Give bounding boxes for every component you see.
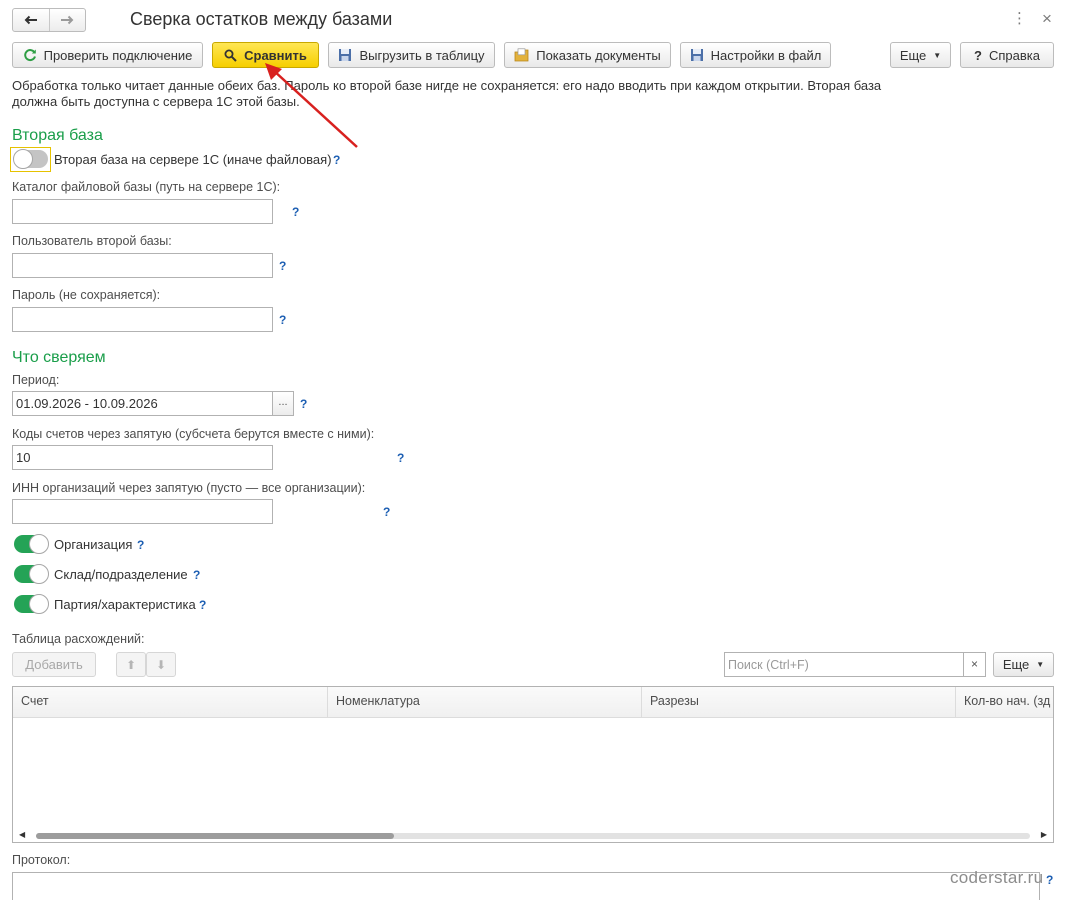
inn-field[interactable]	[12, 499, 273, 524]
window-menu-icon[interactable]: ⋮	[1012, 10, 1027, 28]
column-header-nomenclature[interactable]: Номенклатура	[327, 687, 641, 717]
diff-table-label: Таблица расхождений:	[12, 632, 145, 646]
accounts-label: Коды счетов через запятую (субсчета беру…	[12, 427, 375, 441]
arrow-up-icon: ⬆	[125, 657, 137, 672]
info-text: Обработка только читает данные обеих баз…	[12, 78, 882, 109]
help-button[interactable]: ? Справка	[960, 42, 1054, 68]
refresh-icon	[23, 48, 37, 62]
column-header-account[interactable]: Счет	[13, 687, 327, 717]
warehouse-toggle[interactable]	[14, 564, 49, 584]
forward-button[interactable]	[48, 9, 86, 31]
search-input[interactable]	[725, 653, 963, 676]
floppy-disk-icon	[690, 48, 704, 62]
export-table-button[interactable]: Выгрузить в таблицу	[328, 42, 495, 68]
settings-to-file-label: Настройки в файл	[710, 47, 822, 63]
help-icon[interactable]: ?	[279, 259, 286, 273]
password-label: Пароль (не сохраняется):	[12, 288, 161, 302]
password-field[interactable]	[12, 307, 273, 332]
add-label: Добавить	[25, 657, 83, 672]
search-field[interactable]: ×	[724, 652, 986, 677]
clear-icon[interactable]: ×	[963, 653, 985, 676]
table-more-label: Еще	[1002, 657, 1030, 672]
warehouse-toggle-label: Склад/подразделение	[54, 567, 188, 582]
differences-table[interactable]: Счет Номенклатура Разрезы Кол-во нач. (з…	[12, 686, 1054, 843]
documents-folder-icon	[514, 48, 529, 62]
horizontal-scrollbar[interactable]: ◀ ▶	[13, 829, 1053, 842]
compare-button[interactable]: Сравнить	[212, 42, 319, 68]
search-icon	[224, 49, 237, 62]
more-menu-button[interactable]: Еще ▼	[890, 42, 951, 68]
period-label: Период:	[12, 373, 60, 387]
accounts-field[interactable]: 10	[12, 445, 273, 470]
window-title: Сверка остатков между базами	[130, 9, 393, 29]
compare-label: Сравнить	[244, 47, 307, 63]
back-button[interactable]	[13, 9, 49, 31]
scrollbar-thumb[interactable]	[36, 833, 394, 839]
catalog-label: Каталог файловой базы (путь на сервере 1…	[12, 180, 281, 194]
add-button[interactable]: Добавить	[12, 652, 96, 677]
protocol-label: Протокол:	[12, 853, 71, 867]
help-icon[interactable]: ?	[279, 313, 286, 327]
scroll-right-icon[interactable]: ▶	[1041, 830, 1047, 839]
arrow-left-icon	[24, 15, 37, 25]
organization-toggle[interactable]	[14, 534, 49, 554]
help-icon[interactable]: ?	[383, 505, 390, 519]
help-icon[interactable]: ?	[333, 153, 340, 167]
table-header: Счет Номенклатура Разрезы Кол-во нач. (з…	[13, 687, 1053, 718]
batch-toggle[interactable]	[14, 594, 49, 614]
inn-label: ИНН организаций через запятую (пусто — в…	[12, 481, 366, 495]
period-select-button[interactable]: ...	[273, 391, 294, 416]
period-field[interactable]: 01.09.2026 - 10.09.2026	[12, 391, 273, 416]
help-icon[interactable]: ?	[300, 397, 307, 411]
help-icon[interactable]: ?	[137, 538, 144, 552]
column-header-initial-qty[interactable]: Кол-во нач. (зд	[955, 687, 1053, 717]
arrow-down-icon: ⬇	[155, 657, 167, 672]
help-icon[interactable]: ?	[292, 205, 299, 219]
protocol-field[interactable]	[12, 872, 1040, 900]
scrollbar-track[interactable]	[36, 833, 1030, 839]
dropdown-arrow-icon: ▼	[1036, 660, 1045, 669]
server-base-toggle[interactable]	[13, 149, 48, 169]
watermark: coderstar.ru	[950, 868, 1044, 887]
check-connection-button[interactable]: Проверить подключение	[12, 42, 203, 68]
batch-toggle-label: Партия/характеристика	[54, 597, 196, 612]
check-connection-label: Проверить подключение	[43, 47, 193, 63]
help-icon: ?	[974, 47, 982, 63]
arrow-right-icon	[61, 15, 74, 25]
catalog-field[interactable]	[12, 199, 273, 224]
more-label: Еще	[899, 47, 927, 63]
move-down-button[interactable]: ⬇	[146, 652, 176, 677]
settings-to-file-button[interactable]: Настройки в файл	[680, 42, 831, 68]
what-compare-section-title: Что сверяем	[12, 349, 106, 366]
second-base-section-title: Вторая база	[12, 127, 103, 144]
close-icon[interactable]: ×	[1042, 10, 1052, 28]
scroll-left-icon[interactable]: ◀	[19, 830, 25, 839]
help-icon[interactable]: ?	[199, 598, 206, 612]
help-icon[interactable]: ?	[1046, 873, 1053, 887]
column-header-dimensions[interactable]: Разрезы	[641, 687, 955, 717]
organization-toggle-label: Организация	[54, 537, 133, 552]
move-up-button[interactable]: ⬆	[116, 652, 146, 677]
help-icon[interactable]: ?	[193, 568, 200, 582]
server-base-toggle-label: Вторая база на сервере 1С (иначе файлова…	[54, 152, 332, 167]
export-table-label: Выгрузить в таблицу	[359, 47, 485, 63]
user-label: Пользователь второй базы:	[12, 234, 172, 248]
user-field[interactable]	[12, 253, 273, 278]
show-documents-button[interactable]: Показать документы	[504, 42, 671, 68]
dropdown-arrow-icon: ▼	[933, 50, 942, 60]
navigation-buttons	[12, 8, 86, 32]
help-icon[interactable]: ?	[397, 451, 404, 465]
table-more-button[interactable]: Еще ▼	[993, 652, 1054, 677]
help-label: Справка	[988, 47, 1040, 63]
show-documents-label: Показать документы	[536, 47, 661, 63]
floppy-disk-icon	[338, 48, 352, 62]
